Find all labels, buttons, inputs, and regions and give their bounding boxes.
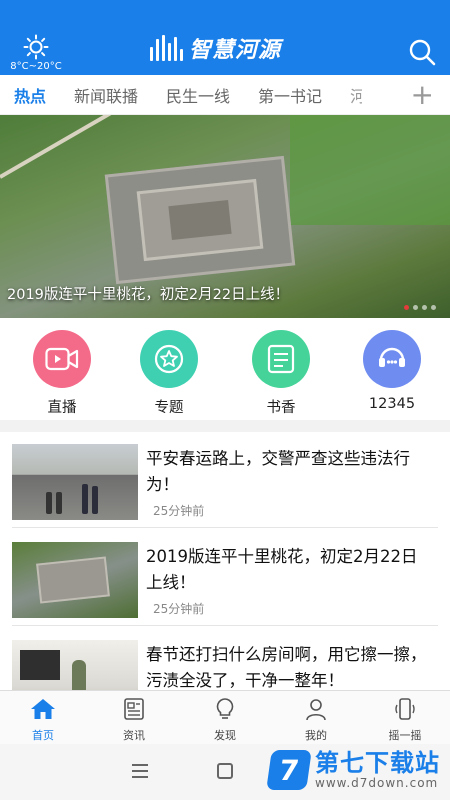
nav-discover[interactable]: 发现 bbox=[190, 697, 260, 743]
search-button[interactable] bbox=[408, 38, 436, 66]
banner-dot[interactable] bbox=[404, 305, 409, 310]
quick-link-label: 直播 bbox=[47, 400, 77, 416]
city-skyline-icon bbox=[150, 35, 183, 61]
menu-icon[interactable] bbox=[132, 764, 148, 778]
nav-shake[interactable]: 摇一摇 bbox=[370, 697, 440, 743]
quick-link-label: 书香 bbox=[266, 400, 296, 416]
nav-mine[interactable]: 我的 bbox=[281, 697, 351, 743]
news-thumbnail bbox=[12, 542, 138, 618]
news-item[interactable]: 2019版连平十里桃花，初定2月22日上线！ 25分钟前 bbox=[12, 530, 438, 626]
tab-livelihood[interactable]: 民生一线 bbox=[166, 83, 230, 107]
book-icon bbox=[252, 330, 310, 388]
tab-partial[interactable]: 河 bbox=[350, 83, 362, 107]
quick-link-topic[interactable]: 专题 bbox=[129, 330, 209, 417]
shake-phone-icon bbox=[395, 698, 415, 720]
video-camera-icon bbox=[33, 330, 91, 388]
watermark-logo: 7 bbox=[266, 750, 312, 790]
bulb-icon bbox=[216, 698, 234, 719]
banner-dot[interactable] bbox=[431, 305, 436, 310]
app-logo: 智慧河源 bbox=[150, 32, 281, 64]
search-icon bbox=[409, 39, 436, 66]
banner-photo-field bbox=[290, 115, 450, 225]
quick-link-label: 12345 bbox=[368, 396, 416, 412]
user-icon bbox=[306, 699, 326, 721]
add-channel-icon[interactable]: + bbox=[411, 81, 434, 109]
banner-caption: 2019版连平十里桃花，初定2月22日上线！ bbox=[7, 287, 290, 303]
nav-home[interactable]: 首页 bbox=[8, 697, 78, 743]
nav-label: 我的 bbox=[305, 729, 327, 742]
banner-dot[interactable] bbox=[413, 305, 418, 310]
section-divider bbox=[0, 420, 450, 432]
news-time: 25分钟前 bbox=[153, 504, 205, 518]
tab-news-broadcast[interactable]: 新闻联播 bbox=[74, 83, 138, 107]
nav-label: 首页 bbox=[32, 729, 54, 742]
star-icon bbox=[140, 330, 198, 388]
watermark: 7 第七下载站 www.d7down.com bbox=[266, 750, 440, 790]
news-list: 平安春运路上，交警严查这些违法行为！ 25分钟前 2019版连平十里桃花，初定2… bbox=[0, 432, 450, 690]
hero-banner[interactable]: 2019版连平十里桃花，初定2月22日上线！ bbox=[0, 115, 450, 318]
nav-label: 资讯 bbox=[123, 729, 145, 742]
tab-hot[interactable]: 热点 bbox=[14, 83, 46, 107]
news-thumbnail bbox=[12, 444, 138, 520]
quick-links: 直播 专题 书香 12345 bbox=[0, 318, 450, 420]
news-time: 25分钟前 bbox=[153, 602, 205, 616]
watermark-url: www.d7down.com bbox=[315, 776, 439, 790]
news-item[interactable]: 春节还打扫什么房间啊，用它擦一擦，污渍全没了，干净一整年！ bbox=[12, 628, 438, 690]
banner-photo-hall bbox=[168, 199, 232, 241]
top-header: 8°C~20°C 智慧河源 bbox=[0, 0, 450, 75]
headset-icon bbox=[363, 330, 421, 388]
tab-first-secretary[interactable]: 第一书记 bbox=[258, 83, 322, 107]
home-square-icon[interactable] bbox=[217, 763, 233, 779]
news-thumbnail bbox=[12, 640, 138, 690]
watermark-name: 第七下载站 bbox=[315, 749, 440, 777]
banner-dot[interactable] bbox=[422, 305, 427, 310]
news-title: 2019版连平十里桃花，初定2月22日上线！ bbox=[146, 547, 418, 592]
weather-temperature: 8°C~20°C bbox=[10, 61, 62, 72]
nav-label: 摇一摇 bbox=[388, 729, 422, 742]
newspaper-icon bbox=[124, 698, 144, 720]
quick-link-live[interactable]: 直播 bbox=[22, 330, 102, 417]
quick-link-label: 专题 bbox=[154, 400, 184, 416]
news-title: 春节还打扫什么房间啊，用它擦一擦，污渍全没了，干净一整年！ bbox=[146, 645, 427, 690]
app-screen: 8°C~20°C 智慧河源 热点 新闻联播 民生一线 第一书记 河 + 2019… bbox=[0, 0, 450, 800]
system-nav-bar: 7 第七下载站 www.d7down.com bbox=[0, 744, 450, 800]
watermark-text: 第七下载站 www.d7down.com bbox=[315, 750, 440, 790]
quick-link-hotline[interactable]: 12345 bbox=[352, 330, 432, 412]
nav-news[interactable]: 资讯 bbox=[99, 697, 169, 743]
weather-widget[interactable]: 8°C~20°C bbox=[6, 34, 66, 72]
channel-tabs: 热点 新闻联播 民生一线 第一书记 河 + bbox=[0, 75, 450, 115]
quick-link-reading[interactable]: 书香 bbox=[241, 330, 321, 417]
news-item[interactable]: 平安春运路上，交警严查这些违法行为！ 25分钟前 bbox=[12, 432, 438, 528]
banner-pagination bbox=[404, 305, 436, 310]
banner-photo-road bbox=[0, 115, 114, 179]
sun-icon bbox=[23, 34, 49, 60]
bottom-tab-bar: 首页 资讯 发现 我的 摇一摇 bbox=[0, 690, 450, 744]
home-icon bbox=[31, 699, 55, 719]
nav-label: 发现 bbox=[214, 729, 236, 742]
app-title: 智慧河源 bbox=[189, 38, 282, 63]
news-title: 平安春运路上，交警严查这些违法行为！ bbox=[146, 449, 410, 494]
